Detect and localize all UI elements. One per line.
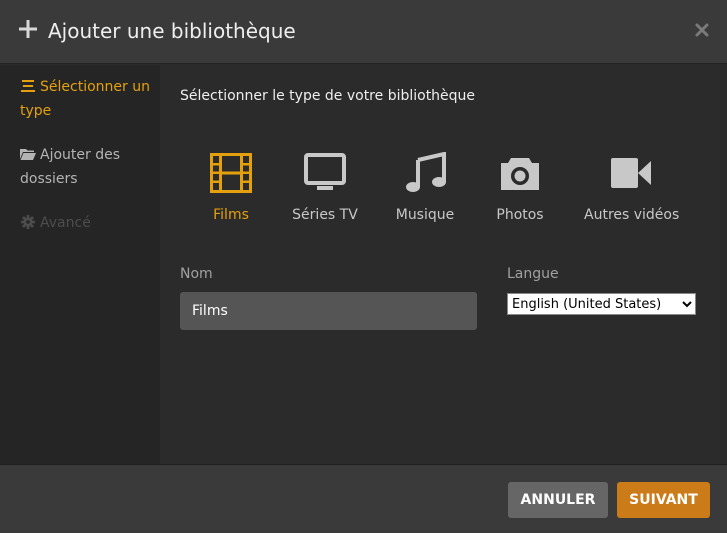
dialog-footer: ANNULER SUIVANT — [0, 464, 727, 533]
type-option-tv[interactable]: Séries TV — [288, 151, 362, 231]
type-option-music[interactable]: Musique — [392, 151, 458, 231]
language-select[interactable]: English (United States) — [507, 293, 696, 315]
main-panel: Sélectionner le type de votre bibliothèq… — [160, 65, 727, 464]
type-option-other-videos[interactable]: Autres vidéos — [584, 151, 680, 231]
type-label: Autres vidéos — [584, 207, 680, 223]
type-label: Musique — [395, 207, 455, 223]
dialog-title: Ajouter une bibliothèque — [48, 19, 296, 43]
dialog-header: Ajouter une bibliothèque — [0, 0, 727, 64]
gear-icon — [21, 215, 35, 229]
type-option-films[interactable]: Films — [202, 151, 260, 231]
type-label: Films — [213, 207, 249, 223]
film-icon — [210, 153, 252, 193]
plus-icon — [19, 20, 37, 38]
camera-icon — [501, 158, 539, 190]
sidebar-item-select-type[interactable]: Sélectionner un type — [20, 75, 150, 123]
cancel-button[interactable]: ANNULER — [508, 482, 608, 518]
next-button[interactable]: SUIVANT — [617, 482, 710, 518]
list-icon — [21, 80, 35, 92]
steps-sidebar: Sélectionner un type Ajouter des dossier… — [0, 65, 160, 464]
sidebar-item-add-folders[interactable]: Ajouter des dossiers — [20, 143, 150, 191]
name-label: Nom — [180, 266, 213, 282]
sidebar-item-advanced: Avancé — [20, 211, 150, 235]
library-name-input[interactable] — [180, 292, 477, 330]
type-option-photos[interactable]: Photos — [492, 151, 548, 231]
tv-icon — [304, 153, 346, 190]
type-label: Photos — [496, 207, 544, 223]
section-heading: Sélectionner le type de votre bibliothèq… — [180, 88, 476, 104]
folder-open-icon — [20, 149, 36, 160]
close-icon[interactable] — [694, 22, 710, 38]
video-camera-icon — [611, 158, 651, 188]
sidebar-item-label: Avancé — [40, 215, 91, 231]
music-note-icon — [406, 152, 446, 192]
sidebar-item-label: Sélectionner un type — [20, 79, 150, 119]
type-label: Séries TV — [292, 207, 358, 223]
language-label: Langue — [507, 266, 559, 282]
add-library-dialog: Ajouter une bibliothèque Sélectionner un… — [0, 0, 727, 533]
